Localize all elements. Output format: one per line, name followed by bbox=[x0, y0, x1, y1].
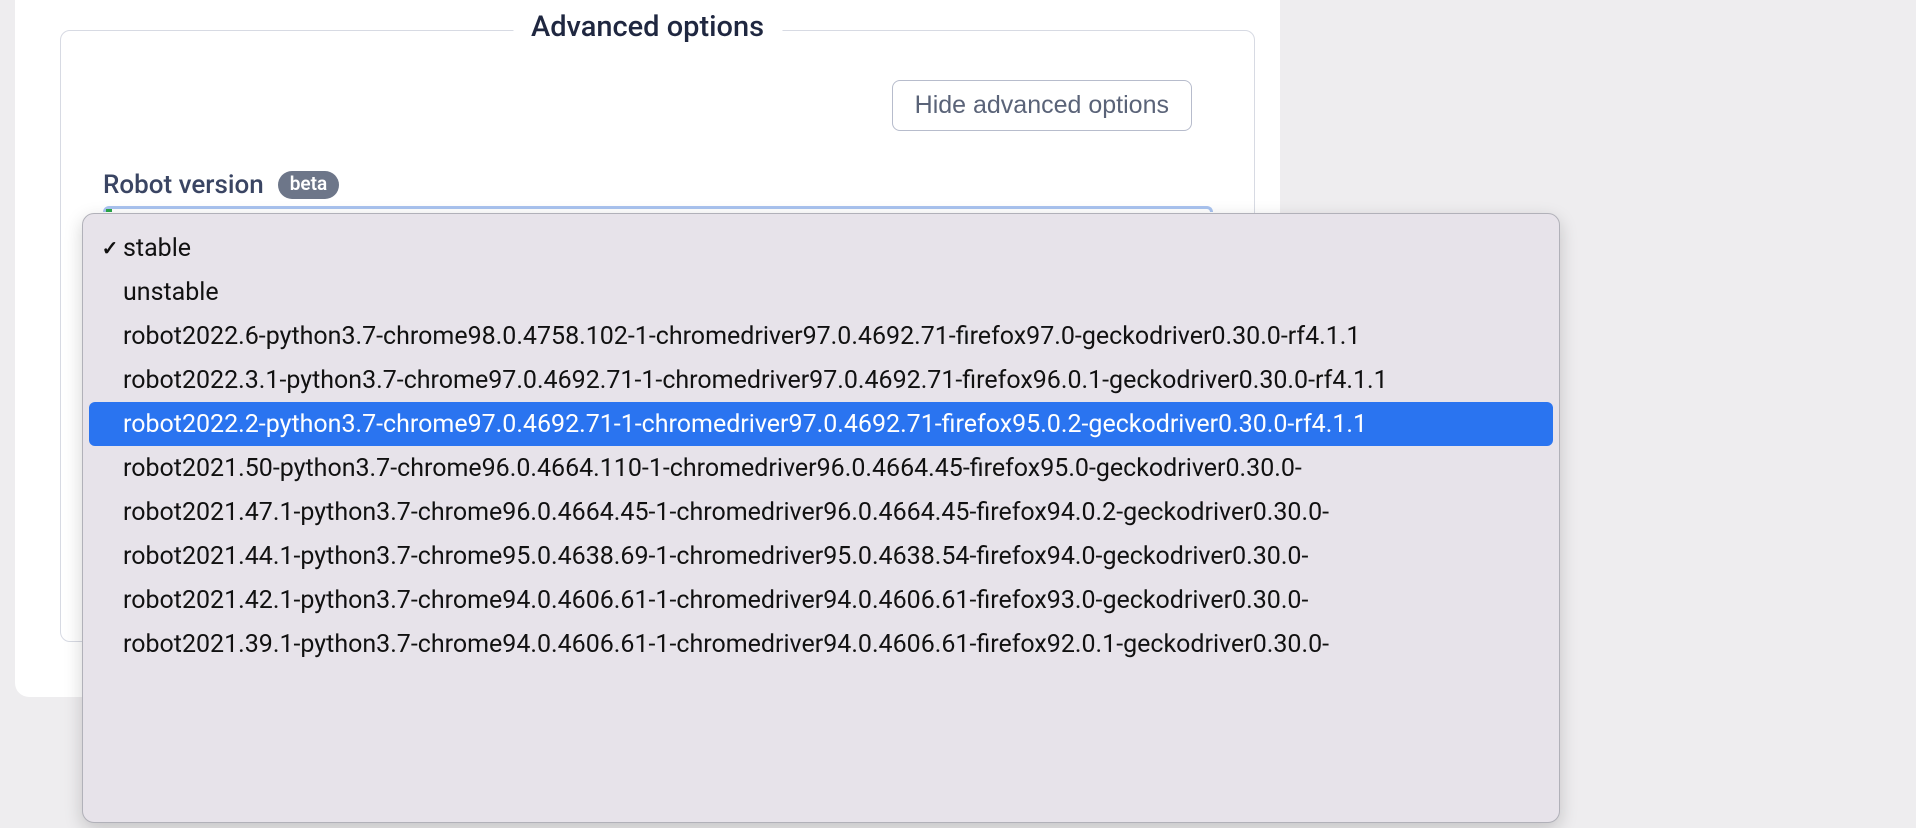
dropdown-option-label: robot2021.42.1-python3.7-chrome94.0.4606… bbox=[121, 586, 1308, 615]
dropdown-option[interactable]: robot2022.2-python3.7-chrome97.0.4692.71… bbox=[89, 402, 1553, 446]
dropdown-option-label: robot2022.6-python3.7-chrome98.0.4758.10… bbox=[121, 322, 1360, 351]
robot-version-dropdown[interactable]: ✓stable unstable robot2022.6-python3.7-chr… bbox=[82, 213, 1560, 823]
robot-version-select[interactable] bbox=[103, 206, 1213, 212]
dropdown-option[interactable]: robot2021.50-python3.7-chrome96.0.4664.1… bbox=[89, 446, 1553, 490]
dropdown-option-label: unstable bbox=[121, 278, 219, 307]
dropdown-option[interactable]: robot2022.6-python3.7-chrome98.0.4758.10… bbox=[89, 314, 1553, 358]
robot-version-label: Robot version bbox=[103, 170, 264, 200]
dropdown-option[interactable]: robot2021.47.1-python3.7-chrome96.0.4664… bbox=[89, 490, 1553, 534]
dropdown-option[interactable]: robot2022.3.1-python3.7-chrome97.0.4692.… bbox=[89, 358, 1553, 402]
dropdown-option[interactable]: ✓stable bbox=[89, 226, 1553, 270]
checkmark-icon: ✓ bbox=[99, 236, 121, 260]
beta-badge: beta bbox=[278, 171, 340, 200]
dropdown-option-label: robot2022.3.1-python3.7-chrome97.0.4692.… bbox=[121, 366, 1388, 395]
dropdown-option[interactable]: robot2021.44.1-python3.7-chrome95.0.4638… bbox=[89, 534, 1553, 578]
page-root: Advanced options Hide advanced options R… bbox=[0, 0, 1916, 828]
advanced-options-legend: Advanced options bbox=[513, 10, 782, 44]
hide-advanced-options-button[interactable]: Hide advanced options bbox=[892, 80, 1192, 131]
dropdown-option-label: stable bbox=[121, 234, 191, 263]
dropdown-option-label: robot2021.39.1-python3.7-chrome94.0.4606… bbox=[121, 630, 1329, 659]
select-accent bbox=[106, 209, 112, 212]
dropdown-option-label: robot2021.47.1-python3.7-chrome96.0.4664… bbox=[121, 498, 1329, 527]
dropdown-option-label: robot2021.44.1-python3.7-chrome95.0.4638… bbox=[121, 542, 1308, 571]
dropdown-option[interactable]: unstable bbox=[89, 270, 1553, 314]
dropdown-option[interactable]: robot2021.42.1-python3.7-chrome94.0.4606… bbox=[89, 578, 1553, 622]
dropdown-option[interactable]: robot2021.39.1-python3.7-chrome94.0.4606… bbox=[89, 622, 1553, 666]
robot-version-label-row: Robot version beta bbox=[103, 170, 339, 200]
dropdown-option-label: robot2021.50-python3.7-chrome96.0.4664.1… bbox=[121, 454, 1302, 483]
dropdown-option-label: robot2022.2-python3.7-chrome97.0.4692.71… bbox=[121, 410, 1367, 439]
